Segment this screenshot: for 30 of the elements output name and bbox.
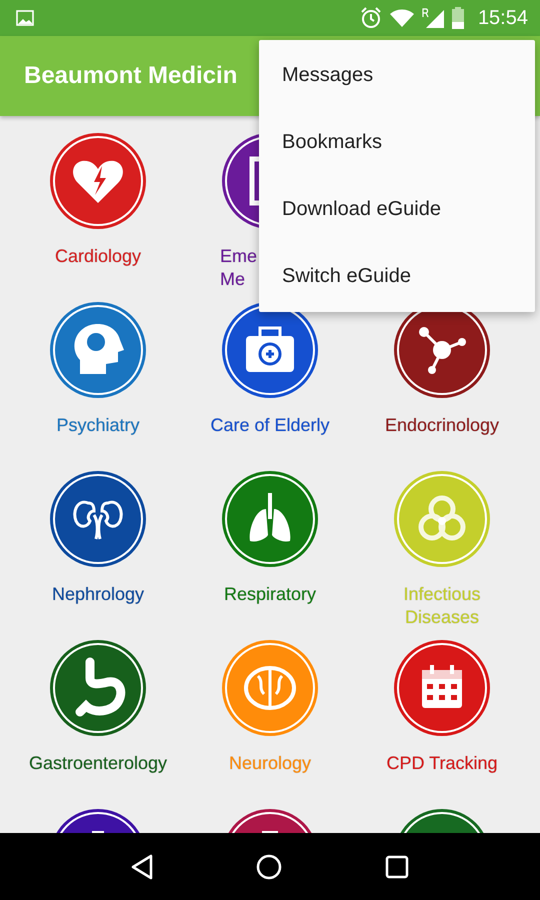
calendar-icon[interactable] [394,640,490,736]
back-icon[interactable] [131,854,154,880]
category-label[interactable]: Care of Elderly [210,414,330,437]
menu-item[interactable]: Switch eGuide [259,243,535,310]
app-title: Beaumont Medicin [24,62,238,90]
category-label[interactable]: Nephrology [52,583,144,606]
heart-icon[interactable] [50,133,146,229]
lungs-icon[interactable] [222,471,318,567]
signal-icon [422,8,444,28]
category-label[interactable]: Respiratory [224,583,316,606]
wifi-icon [390,9,414,27]
category-label[interactable]: Cardiology [54,245,142,268]
category-label[interactable]: Endocrinology [384,414,500,437]
alarm-icon [360,7,382,29]
status-time: 15:54 [478,6,528,30]
category-label[interactable]: Eme Me [184,245,258,291]
head-icon[interactable] [50,302,146,398]
menu-item[interactable]: Messages [259,42,535,109]
menu-item[interactable]: Download eGuide [259,176,535,243]
stomach-icon[interactable] [50,640,146,736]
recents-icon[interactable] [384,854,409,878]
category-label[interactable]: Psychiatry [56,414,140,437]
home-icon[interactable] [256,854,282,880]
category-label[interactable]: CPD Tracking [386,752,498,775]
image-icon [16,10,34,26]
menu-item[interactable]: Bookmarks [259,109,535,176]
kidneys-icon[interactable] [50,471,146,567]
medical-kit-icon[interactable] [222,302,318,398]
category-label[interactable]: Gastroenterology [28,752,168,775]
battery-icon [452,7,464,29]
